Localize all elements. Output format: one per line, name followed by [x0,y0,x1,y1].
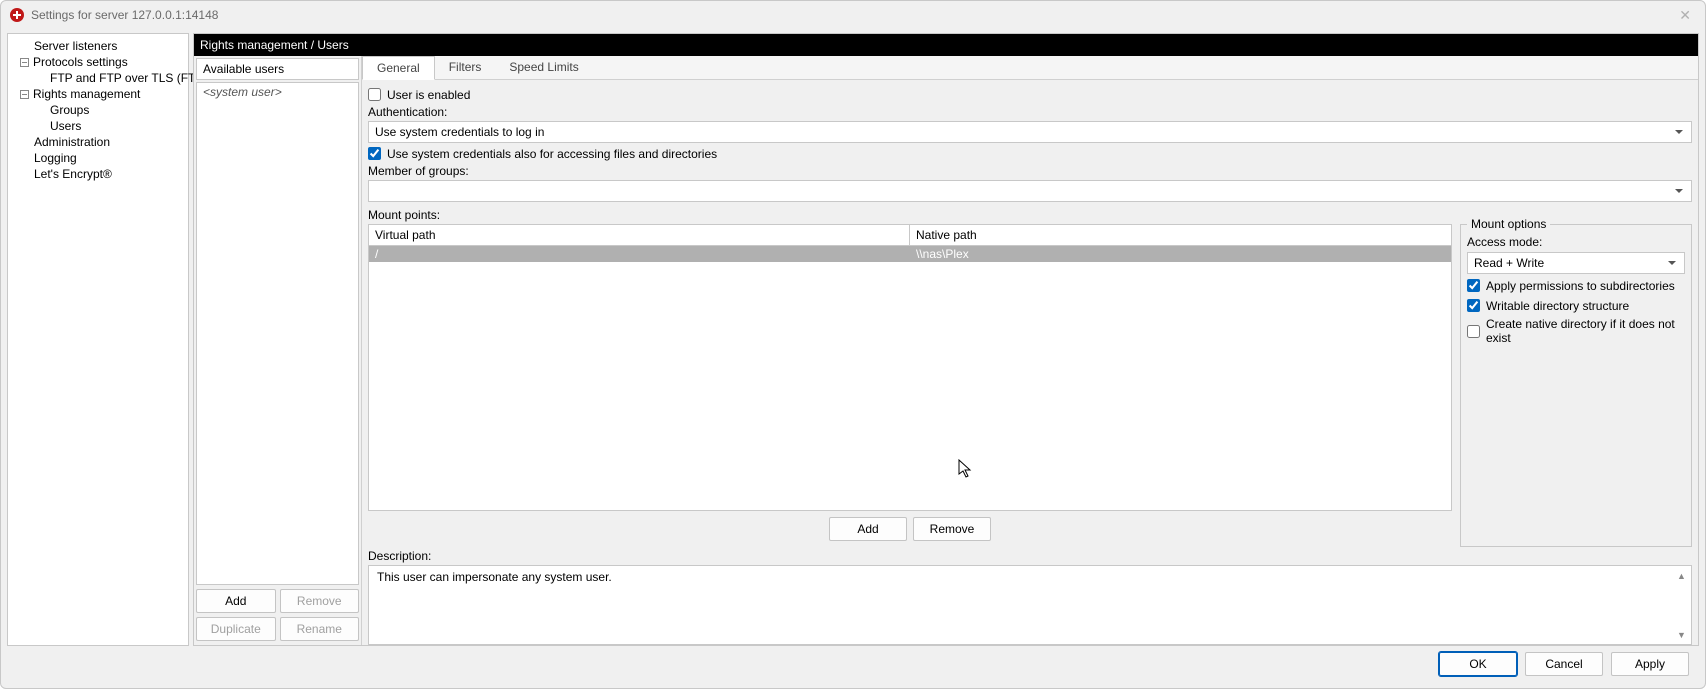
authentication-label: Authentication: [368,105,1692,119]
scroll-down-icon[interactable]: ▼ [1674,627,1689,642]
user-enabled-checkbox[interactable] [368,88,381,101]
user-system-user[interactable]: <system user> [203,85,352,99]
member-groups-select[interactable] [368,180,1692,202]
nav-protocols-settings[interactable]: Protocols settings [33,54,128,70]
tabs: General Filters Speed Limits [362,56,1698,80]
description-textarea[interactable]: This user can impersonate any system use… [368,565,1692,645]
member-groups-label: Member of groups: [368,164,1692,178]
access-mode-value: Read + Write [1474,256,1544,270]
scroll-up-icon[interactable]: ▲ [1674,568,1689,583]
window-title: Settings for server 127.0.0.1:14148 [31,8,218,22]
create-native-label: Create native directory if it does not e… [1486,317,1685,345]
tab-general[interactable]: General [362,56,435,80]
authentication-value: Use system credentials to log in [375,125,544,139]
create-native-checkbox[interactable] [1467,325,1480,338]
mount-remove-button[interactable]: Remove [913,517,991,541]
users-add-button[interactable]: Add [196,589,276,613]
col-native-path[interactable]: Native path [910,225,1451,246]
tree-expand-icon[interactable] [20,90,29,99]
nav-logging[interactable]: Logging [10,150,186,166]
mount-virtual-path: / [369,246,910,262]
mount-native-path: \\nas\Plex [910,246,1451,262]
mount-options-legend: Mount options [1467,217,1550,231]
authentication-select[interactable]: Use system credentials to log in [368,121,1692,143]
app-icon [9,7,25,23]
use-sys-credentials-checkbox[interactable] [368,147,381,160]
tree-expand-icon[interactable] [20,58,29,67]
nav-rights-management[interactable]: Rights management [33,86,140,102]
apply-perms-checkbox[interactable] [1467,279,1480,292]
available-users-list[interactable]: <system user> [196,82,359,585]
nav-tree: Server listeners Protocols settings FTP … [7,33,189,646]
titlebar: Settings for server 127.0.0.1:14148 ✕ [1,1,1705,29]
writable-dir-checkbox[interactable] [1467,299,1480,312]
nav-groups[interactable]: Groups [10,102,186,118]
access-mode-select[interactable]: Read + Write [1467,252,1685,274]
access-mode-label: Access mode: [1467,235,1685,249]
mount-options-group: Mount options Access mode: Read + Write [1460,224,1692,547]
mount-row-selected[interactable]: / \\nas\Plex [369,246,1451,262]
mount-add-button[interactable]: Add [829,517,907,541]
close-icon[interactable]: ✕ [1673,7,1697,24]
breadcrumb: Rights management / Users [194,34,1698,56]
user-enabled-label: User is enabled [387,88,470,102]
ok-button[interactable]: OK [1439,652,1517,676]
description-text: This user can impersonate any system use… [377,570,612,584]
users-rename-button[interactable]: Rename [280,617,360,641]
nav-ftp-ftps[interactable]: FTP and FTP over TLS (FTPS) [10,70,186,86]
users-duplicate-button[interactable]: Duplicate [196,617,276,641]
nav-lets-encrypt[interactable]: Let's Encrypt® [10,166,186,182]
use-sys-credentials-label: Use system credentials also for accessin… [387,147,717,161]
cancel-button[interactable]: Cancel [1525,652,1603,676]
nav-users[interactable]: Users [10,118,186,134]
users-remove-button[interactable]: Remove [280,589,360,613]
available-users-header: Available users [196,58,359,80]
writable-dir-label: Writable directory structure [1486,299,1629,313]
col-virtual-path[interactable]: Virtual path [369,225,910,246]
nav-administration[interactable]: Administration [10,134,186,150]
mount-points-table[interactable]: Virtual path Native path / \\nas\Plex [368,224,1452,511]
tab-speed-limits[interactable]: Speed Limits [495,56,592,79]
apply-perms-label: Apply permissions to subdirectories [1486,279,1675,293]
nav-server-listeners[interactable]: Server listeners [10,38,186,54]
description-label: Description: [368,549,1692,563]
apply-button[interactable]: Apply [1611,652,1689,676]
tab-filters[interactable]: Filters [435,56,496,79]
